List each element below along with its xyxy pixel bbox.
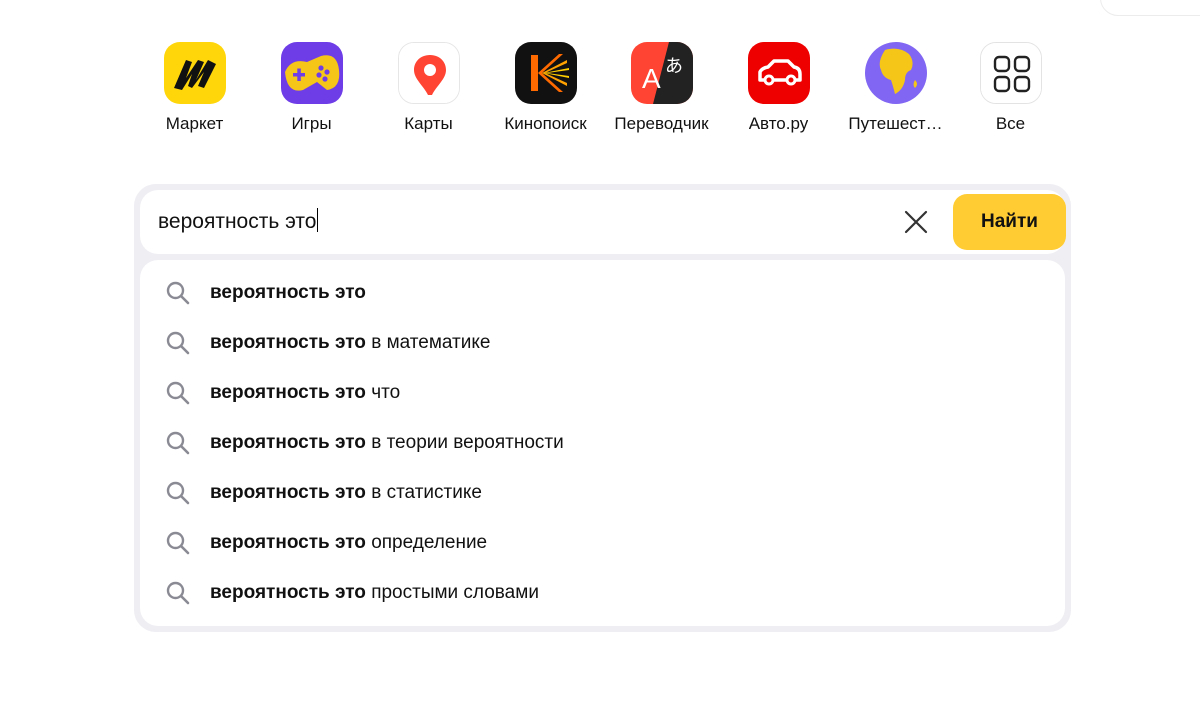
svg-text:A: A xyxy=(642,63,661,94)
service-games[interactable]: Игры xyxy=(253,42,370,134)
suggestion-bold: вероятность это xyxy=(210,582,366,603)
suggestion-bold: вероятность это xyxy=(210,332,366,353)
text-caret xyxy=(317,208,319,232)
suggestion-item[interactable]: вероятность это xyxy=(140,268,1065,318)
service-label: Авто.ру xyxy=(748,114,809,133)
top-right-pill[interactable] xyxy=(1100,0,1200,16)
search-bar: вероятность это Найти xyxy=(140,190,1066,254)
suggestion-rest: в статистике xyxy=(365,482,482,503)
service-label: Маркет xyxy=(165,114,224,133)
service-label: Игры xyxy=(291,114,332,133)
suggestion-rest: в теории вероятности xyxy=(365,432,564,453)
kinopoisk-icon xyxy=(514,42,577,104)
suggestion-rest: простыми словами xyxy=(365,582,539,603)
suggestion-item[interactable]: вероятность это что xyxy=(140,368,1065,418)
services-bar: Маркет Игры Карты Кинопоиск A あ Переводч… xyxy=(0,42,1200,142)
service-market[interactable]: Маркет xyxy=(136,42,253,134)
service-label: Все xyxy=(995,114,1026,133)
search-icon xyxy=(164,329,192,357)
suggestion-rest: в математике xyxy=(365,332,491,353)
service-label: Кинопоиск xyxy=(504,114,587,133)
suggestion-item[interactable]: вероятность это в математике xyxy=(140,318,1065,368)
suggestion-text: вероятность это xyxy=(210,282,366,304)
suggestion-text: вероятность это в математике xyxy=(210,332,490,354)
games-icon xyxy=(280,42,343,104)
suggestion-bold: вероятность это xyxy=(210,532,366,553)
service-auto-ru[interactable]: Авто.ру xyxy=(720,42,837,134)
search-button[interactable]: Найти xyxy=(953,194,1066,250)
search-icon xyxy=(164,379,192,407)
suggestion-text: вероятность это определение xyxy=(210,532,487,554)
suggestion-text: вероятность это что xyxy=(210,382,400,404)
service-kinopoisk[interactable]: Кинопоиск xyxy=(487,42,604,134)
suggestion-bold: вероятность это xyxy=(210,382,366,403)
search-icon xyxy=(164,479,192,507)
service-label: Переводчик xyxy=(614,114,709,133)
suggestion-item[interactable]: вероятность это определение xyxy=(140,518,1065,568)
search-container: вероятность это Найти вероятность это вер… xyxy=(134,184,1071,632)
service-label: Карты xyxy=(404,114,453,133)
suggestion-bold: вероятность это xyxy=(210,282,366,303)
service-maps[interactable]: Карты xyxy=(370,42,487,134)
search-icon xyxy=(164,579,192,607)
search-icon xyxy=(164,529,192,557)
suggestion-text: вероятность это в статистике xyxy=(210,482,482,504)
auto-ru-icon xyxy=(747,42,810,104)
suggestion-bold: вероятность это xyxy=(210,482,366,503)
search-query: вероятность это xyxy=(158,210,317,233)
suggestion-text: вероятность это простыми словами xyxy=(210,582,539,604)
clear-button[interactable] xyxy=(902,208,930,236)
service-travel[interactable]: Путешест… xyxy=(837,42,954,134)
maps-icon xyxy=(397,42,460,104)
service-all[interactable]: Все xyxy=(952,42,1069,134)
svg-text:あ: あ xyxy=(665,56,683,77)
search-icon xyxy=(164,279,192,307)
suggestion-text: вероятность это в теории вероятности xyxy=(210,432,564,454)
suggestion-bold: вероятность это xyxy=(210,432,366,453)
translator-icon: A あ xyxy=(630,42,693,104)
suggestion-item[interactable]: вероятность это в теории вероятности xyxy=(140,418,1065,468)
suggestion-rest: что xyxy=(365,382,401,403)
close-icon xyxy=(904,210,928,234)
suggestion-rest: определение xyxy=(365,532,488,553)
suggestions-list: вероятность это вероятность это в математ… xyxy=(140,260,1065,626)
search-icon xyxy=(164,429,192,457)
service-translator[interactable]: A あ Переводчик xyxy=(603,42,720,134)
market-icon xyxy=(163,42,226,104)
service-label: Путешест… xyxy=(848,114,943,133)
suggestion-item[interactable]: вероятность это простыми словами xyxy=(140,568,1065,618)
suggestion-item[interactable]: вероятность это в статистике xyxy=(140,468,1065,518)
search-input[interactable]: вероятность это xyxy=(158,202,898,242)
all-services-icon xyxy=(979,42,1042,104)
travel-icon xyxy=(864,42,927,104)
